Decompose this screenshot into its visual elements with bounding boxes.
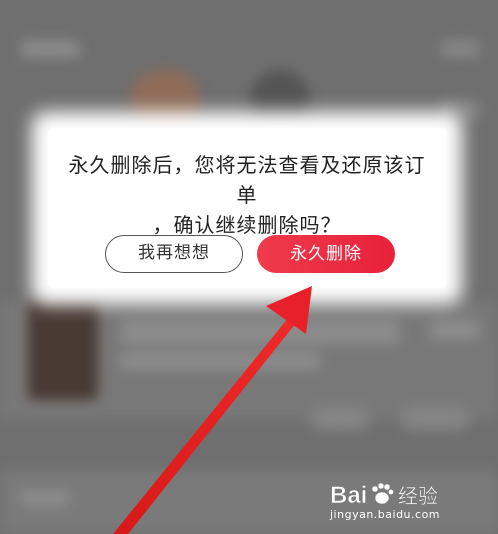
blurred-content <box>440 100 480 120</box>
blurred-content <box>430 320 480 340</box>
delete-confirm-dialog: 永久删除后，您将无法查看及还原该订单 ，确认继续删除吗？ 我再想想 永久删除 <box>48 128 446 288</box>
blurred-content <box>440 40 480 58</box>
svg-text:Bai: Bai <box>330 482 367 509</box>
permanent-delete-button[interactable]: 永久删除 <box>257 235 395 273</box>
watermark-url: jingyan.baidu.com <box>330 508 441 521</box>
blurred-product-image <box>28 300 98 400</box>
cancel-button[interactable]: 我再想想 <box>105 235 243 273</box>
blurred-content <box>120 352 320 370</box>
dialog-message: 永久删除后，您将无法查看及还原该订单 ，确认继续删除吗？ <box>68 150 426 240</box>
svg-text:经验: 经验 <box>398 484 438 508</box>
screen: 永久删除后，您将无法查看及还原该订单 ，确认继续删除吗？ 我再想想 永久删除 B… <box>0 0 498 534</box>
blurred-content <box>250 70 310 130</box>
blurred-button <box>400 405 470 431</box>
blurred-button <box>310 405 370 431</box>
baidu-jingyan-watermark: Bai 经验 jingyan.baidu.com <box>330 480 470 524</box>
blurred-content <box>130 70 200 130</box>
blurred-content <box>20 490 70 506</box>
baidu-paw-logo-icon: Bai 经验 <box>330 482 438 510</box>
dialog-message-line2: ，确认继续删除吗？ <box>152 213 342 237</box>
blurred-content <box>120 320 400 344</box>
dialog-message-line1: 永久删除后，您将无法查看及还原该订单 <box>68 153 426 207</box>
blurred-content <box>20 40 80 58</box>
